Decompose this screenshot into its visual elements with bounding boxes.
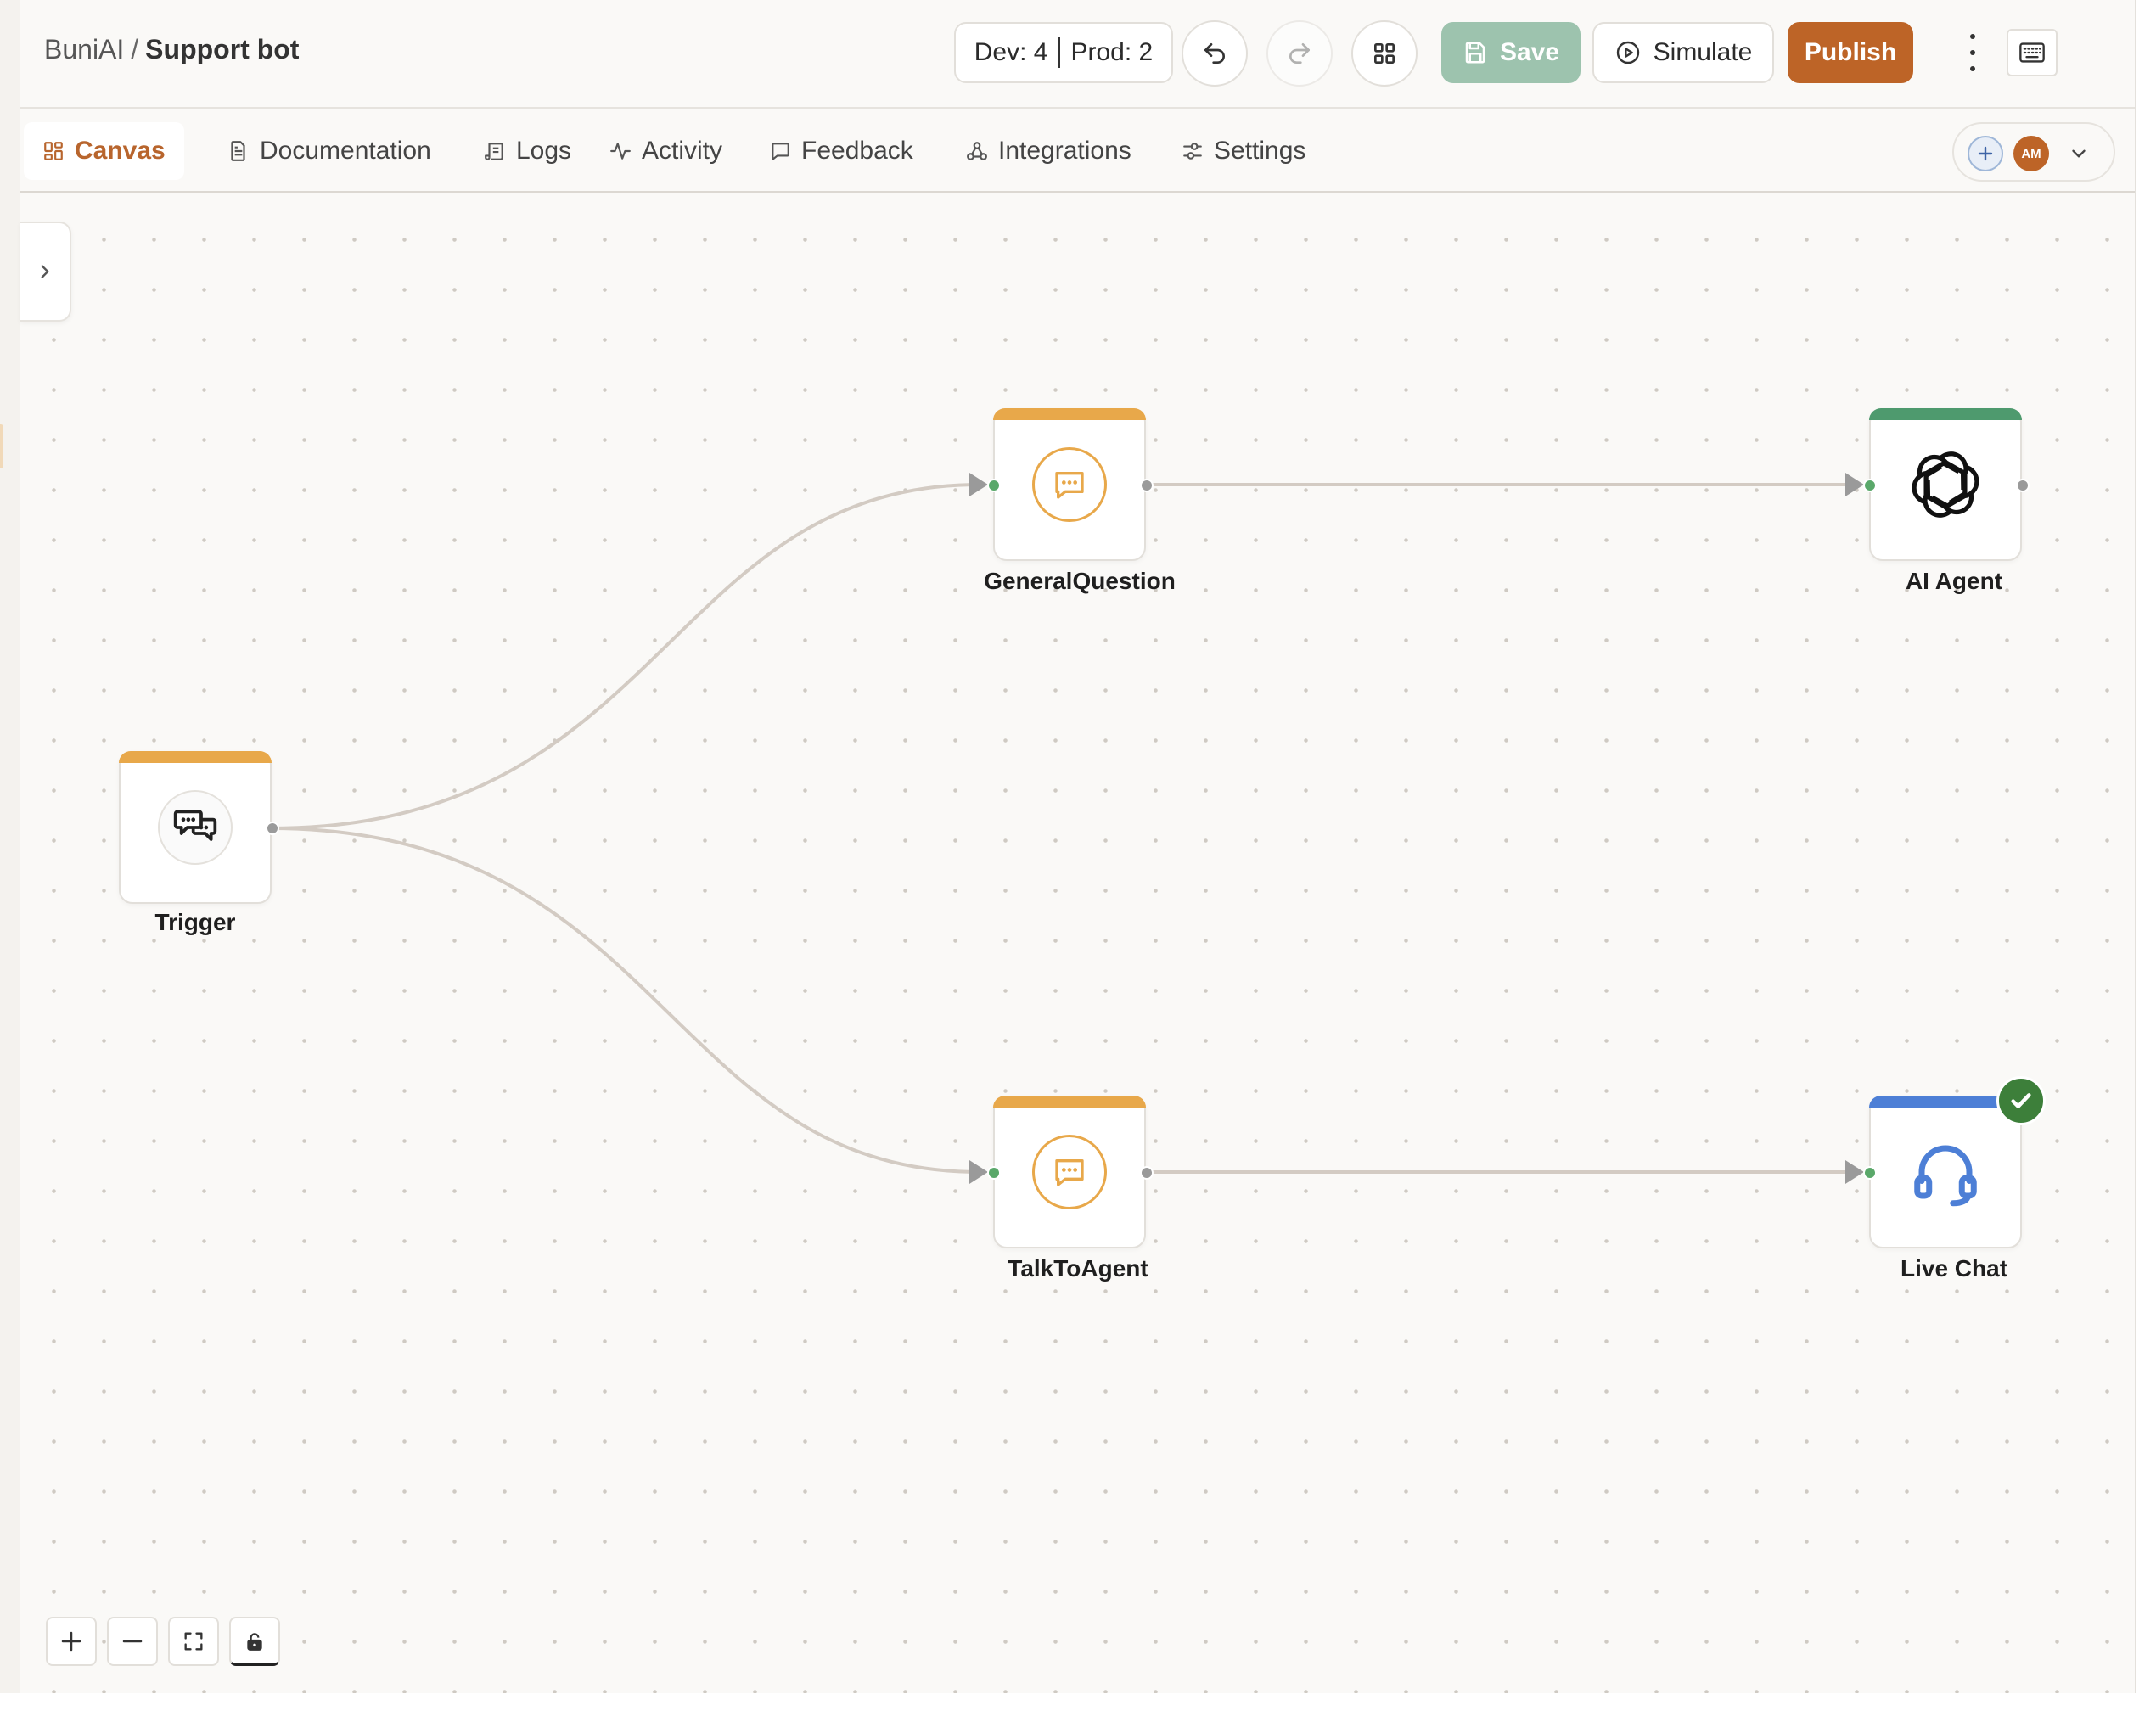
tab-canvas[interactable]: Canvas <box>24 122 184 180</box>
grid-icon <box>44 142 63 160</box>
grid-icon <box>1374 42 1395 64</box>
layout-button[interactable] <box>1351 20 1418 87</box>
node-label: GeneralQuestion <box>984 568 1176 594</box>
breadcrumb: BuniAI / Support bot <box>44 34 299 65</box>
more-options-icon[interactable] <box>1964 34 1981 71</box>
message-dots-icon <box>1032 447 1107 522</box>
publish-button[interactable]: Publish <box>1788 22 1913 83</box>
tab-label: Canvas <box>75 137 166 165</box>
node-accent-strip <box>993 408 1146 420</box>
node-talk-to-agent[interactable] <box>987 1096 1154 1248</box>
node-label: TalkToAgent <box>1008 1255 1148 1282</box>
output-handle[interactable] <box>1140 479 1154 492</box>
version-indicator[interactable]: Dev: 4 Prod: 2 <box>954 22 1173 83</box>
floppy-icon <box>1465 42 1485 64</box>
sliders-icon <box>1183 143 1202 160</box>
node-accent-strip <box>1869 408 2022 420</box>
avatar[interactable]: AM <box>2013 136 2049 171</box>
tab-bar: Canvas Documentation Logs Activity Feedb… <box>20 110 2135 193</box>
tab-label: Integrations <box>998 137 1131 165</box>
tab-integrations[interactable]: Integrations <box>947 122 1150 180</box>
save-label: Save <box>1499 38 1560 66</box>
redo-button[interactable] <box>1266 20 1333 87</box>
tab-label: Logs <box>516 137 572 165</box>
checkmark-icon <box>2011 1093 2031 1108</box>
redo-icon <box>1289 43 1310 64</box>
collaborators[interactable]: AM <box>1952 122 2115 182</box>
edge-arrowhead <box>969 1160 988 1184</box>
node-label: Live Chat <box>1900 1255 2008 1282</box>
keyboard-icon <box>2019 42 2045 63</box>
lock-canvas-button[interactable] <box>229 1617 280 1666</box>
left-rail <box>0 0 20 1693</box>
input-handle[interactable] <box>1863 479 1877 492</box>
node-trigger[interactable] <box>119 751 279 904</box>
breadcrumb-workspace[interactable]: BuniAI <box>44 34 124 64</box>
node-accent-strip <box>119 751 272 763</box>
play-circle-icon <box>1616 41 1639 64</box>
node-general-question[interactable] <box>987 408 1154 561</box>
openai-icon <box>1908 447 1983 522</box>
plus-icon <box>61 1631 81 1652</box>
keyboard-shortcuts-button[interactable] <box>2007 29 2058 76</box>
tab-documentation[interactable]: Documentation <box>209 122 450 180</box>
fit-view-button[interactable] <box>168 1617 219 1666</box>
input-handle[interactable] <box>987 1166 1001 1180</box>
tab-logs[interactable]: Logs <box>465 122 590 180</box>
output-handle[interactable] <box>1140 1166 1154 1180</box>
status-badge <box>1996 1076 2046 1125</box>
edge-arrowhead <box>969 473 988 496</box>
tab-label: Settings <box>1214 137 1306 165</box>
node-ai-agent[interactable] <box>1863 408 2030 561</box>
zoom-in-button[interactable] <box>46 1617 97 1666</box>
undo-icon <box>1204 43 1225 64</box>
output-handle[interactable] <box>2016 479 2030 492</box>
chevron-down-icon[interactable] <box>2068 143 2090 165</box>
edge-trigger-talktoagent[interactable] <box>269 827 980 1174</box>
dev-version: Dev: 4 <box>974 38 1048 66</box>
tab-settings[interactable]: Settings <box>1163 122 1324 180</box>
document-icon <box>231 141 245 161</box>
zoom-out-button[interactable] <box>107 1617 158 1666</box>
rail-indicator <box>0 424 3 468</box>
chat-bubbles-icon <box>158 790 233 865</box>
add-collaborator-button[interactable] <box>1968 136 2003 171</box>
node-label: AI Agent <box>1905 568 2003 594</box>
tab-feedback[interactable]: Feedback <box>750 122 932 180</box>
node-live-chat[interactable] <box>1863 1096 2022 1248</box>
simulate-button[interactable]: Simulate <box>1592 22 1774 83</box>
breadcrumb-project: Support bot <box>145 34 300 64</box>
tab-label: Documentation <box>260 137 431 165</box>
lock-icon <box>247 1632 262 1651</box>
output-handle[interactable] <box>266 822 279 835</box>
share-nodes-icon <box>967 142 987 160</box>
save-button[interactable]: Save <box>1441 22 1581 83</box>
message-icon <box>772 143 789 160</box>
tab-label: Feedback <box>801 137 913 165</box>
edge-trigger-generalquestion[interactable] <box>269 483 980 830</box>
plus-icon <box>1978 146 1993 161</box>
edge-arrowhead <box>1845 1160 1864 1184</box>
node-accent-strip <box>993 1096 1146 1108</box>
message-dots-icon <box>1032 1135 1107 1209</box>
prod-version: Prod: 2 <box>1070 38 1154 66</box>
headset-icon <box>1908 1135 1983 1209</box>
input-handle[interactable] <box>1863 1166 1877 1180</box>
flow-canvas[interactable]: Trigger GeneralQuestion AI Agent TalkToA… <box>20 196 2135 1693</box>
scroll-icon <box>485 143 503 160</box>
pulse-icon <box>610 143 631 160</box>
simulate-label: Simulate <box>1653 38 1753 66</box>
tab-activity[interactable]: Activity <box>591 122 741 180</box>
input-handle[interactable] <box>987 479 1001 492</box>
node-label: Trigger <box>154 909 236 935</box>
minus-icon <box>122 1640 143 1643</box>
tab-label: Activity <box>642 137 723 165</box>
edge-arrowhead <box>1845 473 1864 496</box>
undo-button[interactable] <box>1182 20 1248 87</box>
app-window: BuniAI / Support bot Dev: 4 Prod: 2 Save Si… <box>0 0 2136 1693</box>
breadcrumb-separator: / <box>131 34 139 64</box>
fullscreen-icon <box>184 1632 203 1651</box>
version-divider <box>1058 37 1061 68</box>
